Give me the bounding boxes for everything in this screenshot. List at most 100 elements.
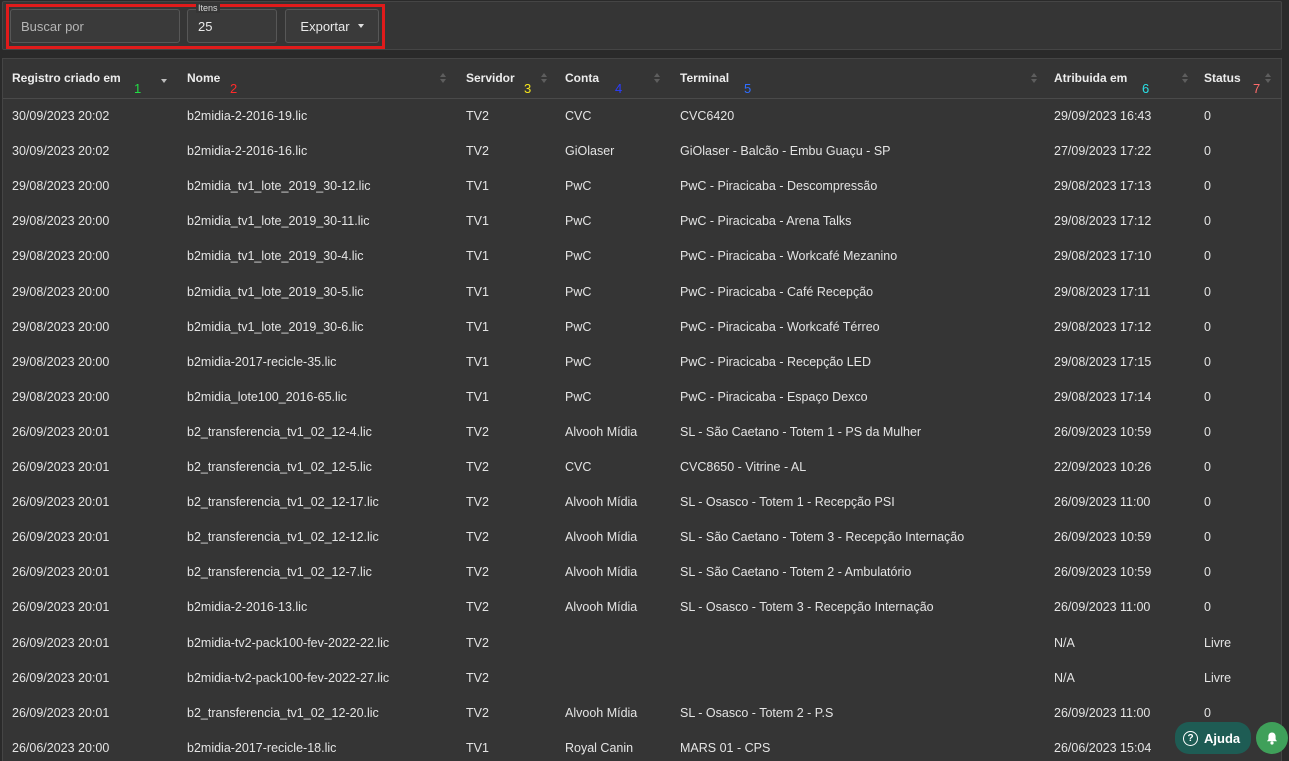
cell-status: 0 — [1204, 179, 1211, 194]
caret-down-icon — [357, 24, 364, 28]
column-number-annotation: 7 — [1253, 81, 1261, 96]
column-header-conta[interactable]: Conta — [565, 59, 599, 99]
table-row[interactable]: 30/09/2023 20:02 b2midia-2-2016-16.lic TV2… — [3, 134, 1281, 169]
column-header-registro-criado-em[interactable]: Registro criado em — [12, 59, 121, 99]
cell-registro-criado-em: 30/09/2023 20:02 — [12, 144, 110, 159]
sort-icon[interactable] — [654, 73, 660, 85]
table-row[interactable]: 26/06/2023 20:00 b2midia-2017-recicle-18.… — [3, 731, 1281, 761]
table-row[interactable]: 29/08/2023 20:00 b2midia_tv1_lote_2019_30… — [3, 204, 1281, 239]
table-row[interactable]: 30/09/2023 20:02 b2midia-2-2016-19.lic TV2… — [3, 99, 1281, 134]
cell-conta: GiOlaser — [565, 144, 615, 159]
column-number-annotation: 4 — [615, 81, 623, 96]
cell-registro-criado-em: 26/09/2023 20:01 — [12, 460, 110, 474]
sort-icon[interactable] — [1031, 73, 1037, 85]
cell-terminal: CVC8650 - Vitrine - AL — [680, 460, 807, 474]
column-header-atribuida-em[interactable]: Atribuida em — [1054, 59, 1127, 99]
cell-status: Livre — [1204, 635, 1232, 650]
cell-servidor: TV1 — [466, 354, 489, 369]
column-header-terminal[interactable]: Terminal — [680, 59, 729, 99]
cell-conta: Alvooh Mídia — [565, 600, 638, 615]
search-input[interactable] — [10, 9, 180, 43]
cell-atribuida-em: 29/08/2023 17:14 — [1054, 389, 1152, 404]
cell-servidor: TV2 — [466, 530, 489, 545]
help-label: Ajuda — [1204, 730, 1241, 746]
items-per-page-field[interactable]: Itens 25 — [187, 3, 277, 43]
cell-registro-criado-em: 26/09/2023 20:01 — [12, 635, 110, 650]
cell-nome: b2midia-tv2-pack100-fev-2022-27.lic — [187, 670, 390, 685]
column-header-status[interactable]: Status — [1204, 59, 1241, 99]
table-row[interactable]: 26/09/2023 20:01 b2_transferencia_tv1_02_… — [3, 485, 1281, 520]
cell-nome: b2_transferencia_tv1_02_12-20.lic — [187, 705, 379, 720]
table-row[interactable]: 26/09/2023 20:01 b2_transferencia_tv1_02_… — [3, 415, 1281, 450]
items-value: 25 — [198, 19, 213, 34]
cell-status: 0 — [1204, 530, 1211, 545]
cell-registro-criado-em: 29/08/2023 20:00 — [12, 319, 110, 334]
table-row[interactable]: 29/08/2023 20:00 b2midia_tv1_lote_2019_30… — [3, 169, 1281, 204]
cell-registro-criado-em: 29/08/2023 20:00 — [12, 284, 110, 299]
column-header-nome[interactable]: Nome — [187, 59, 220, 99]
bell-icon — [1267, 732, 1277, 745]
table-row[interactable]: 26/09/2023 20:01 b2_transferencia_tv1_02_… — [3, 520, 1281, 555]
sort-icon[interactable] — [161, 73, 167, 85]
cell-servidor: TV1 — [466, 319, 489, 334]
cell-terminal: PwC - Piracicaba - Recepção LED — [680, 354, 872, 369]
sort-icon[interactable] — [541, 73, 547, 85]
cell-status: 0 — [1204, 424, 1211, 439]
cell-registro-criado-em: 26/09/2023 20:01 — [12, 670, 110, 685]
cell-nome: b2_transferencia_tv1_02_12-7.lic — [187, 565, 372, 580]
table-row[interactable]: 29/08/2023 20:00 b2midia_tv1_lote_2019_30… — [3, 275, 1281, 310]
cell-conta: Alvooh Mídia — [565, 565, 638, 580]
cell-status: 0 — [1204, 354, 1211, 369]
cell-atribuida-em: N/A — [1054, 670, 1075, 685]
cell-atribuida-em: 29/08/2023 17:12 — [1054, 214, 1152, 229]
cell-servidor: TV2 — [466, 424, 489, 439]
sort-icon[interactable] — [1182, 73, 1188, 85]
notifications-button[interactable] — [1256, 722, 1288, 754]
table-row[interactable]: 29/08/2023 20:00 b2midia-2017-recicle-35.… — [3, 345, 1281, 380]
table-row[interactable]: 29/08/2023 20:00 b2midia_tv1_lote_2019_30… — [3, 310, 1281, 345]
cell-servidor: TV2 — [466, 460, 489, 474]
cell-nome: b2midia-2017-recicle-35.lic — [187, 354, 337, 369]
cell-status: 0 — [1204, 705, 1211, 720]
cell-terminal: SL - Osasco - Totem 2 - P.S — [680, 705, 834, 720]
question-circle-icon: ? — [1183, 730, 1198, 746]
cell-nome: b2_transferencia_tv1_02_12-5.lic — [187, 460, 372, 474]
cell-registro-criado-em: 26/09/2023 20:01 — [12, 705, 110, 720]
cell-terminal: PwC - Piracicaba - Espaço Dexco — [680, 389, 868, 404]
cell-registro-criado-em: 29/08/2023 20:00 — [12, 354, 110, 369]
cell-registro-criado-em: 29/08/2023 20:00 — [12, 389, 110, 404]
cell-nome: b2midia_tv1_lote_2019_30-11.lic — [187, 214, 370, 229]
sort-icon[interactable] — [440, 73, 446, 85]
table-header: Registro criado em 1 Nome 2 Servidor 3 Conta 4 T… — [3, 59, 1281, 99]
cell-nome: b2midia_lote100_2016-65.lic — [187, 389, 347, 404]
table-row[interactable]: 26/09/2023 20:01 b2midia-2-2016-13.lic TV2… — [3, 590, 1281, 625]
cell-status: 0 — [1204, 214, 1211, 229]
licenses-table: Registro criado em 1 Nome 2 Servidor 3 Conta 4 T… — [2, 58, 1282, 761]
cell-status: 0 — [1204, 249, 1211, 264]
sort-icon[interactable] — [1265, 73, 1271, 85]
table-row[interactable]: 26/09/2023 20:01 b2midia-tv2-pack100-fev-… — [3, 626, 1281, 661]
cell-nome: b2midia-2017-recicle-18.lic — [187, 740, 337, 755]
cell-atribuida-em: 26/06/2023 15:04 — [1054, 740, 1152, 755]
table-row[interactable]: 26/09/2023 20:01 b2_transferencia_tv1_02_… — [3, 555, 1281, 590]
cell-conta: Alvooh Mídia — [565, 424, 638, 439]
table-row[interactable]: 29/08/2023 20:00 b2midia_lote100_2016-65.… — [3, 380, 1281, 415]
cell-nome: b2midia-tv2-pack100-fev-2022-22.lic — [187, 635, 390, 650]
table-row[interactable]: 26/09/2023 20:01 b2_transferencia_tv1_02_… — [3, 450, 1281, 485]
help-button[interactable]: ? Ajuda — [1175, 722, 1251, 754]
cell-servidor: TV1 — [466, 284, 489, 299]
table-row[interactable]: 29/08/2023 20:00 b2midia_tv1_lote_2019_30… — [3, 239, 1281, 274]
cell-atribuida-em: 26/09/2023 10:59 — [1054, 565, 1152, 580]
export-button[interactable]: Exportar — [285, 9, 379, 43]
cell-nome: b2midia-2-2016-19.lic — [187, 109, 308, 123]
cell-status: 0 — [1204, 495, 1211, 510]
column-header-servidor[interactable]: Servidor — [466, 59, 515, 99]
table-row[interactable]: 26/09/2023 20:01 b2_transferencia_tv1_02_… — [3, 696, 1281, 731]
cell-registro-criado-em: 26/09/2023 20:01 — [12, 495, 110, 510]
cell-servidor: TV1 — [466, 740, 489, 755]
cell-terminal: PwC - Piracicaba - Café Recepção — [680, 284, 874, 299]
table-row[interactable]: 26/09/2023 20:01 b2midia-tv2-pack100-fev-… — [3, 661, 1281, 696]
cell-conta: CVC — [565, 109, 592, 123]
column-number-annotation: 3 — [524, 81, 532, 96]
cell-atribuida-em: 29/08/2023 17:15 — [1054, 354, 1152, 369]
